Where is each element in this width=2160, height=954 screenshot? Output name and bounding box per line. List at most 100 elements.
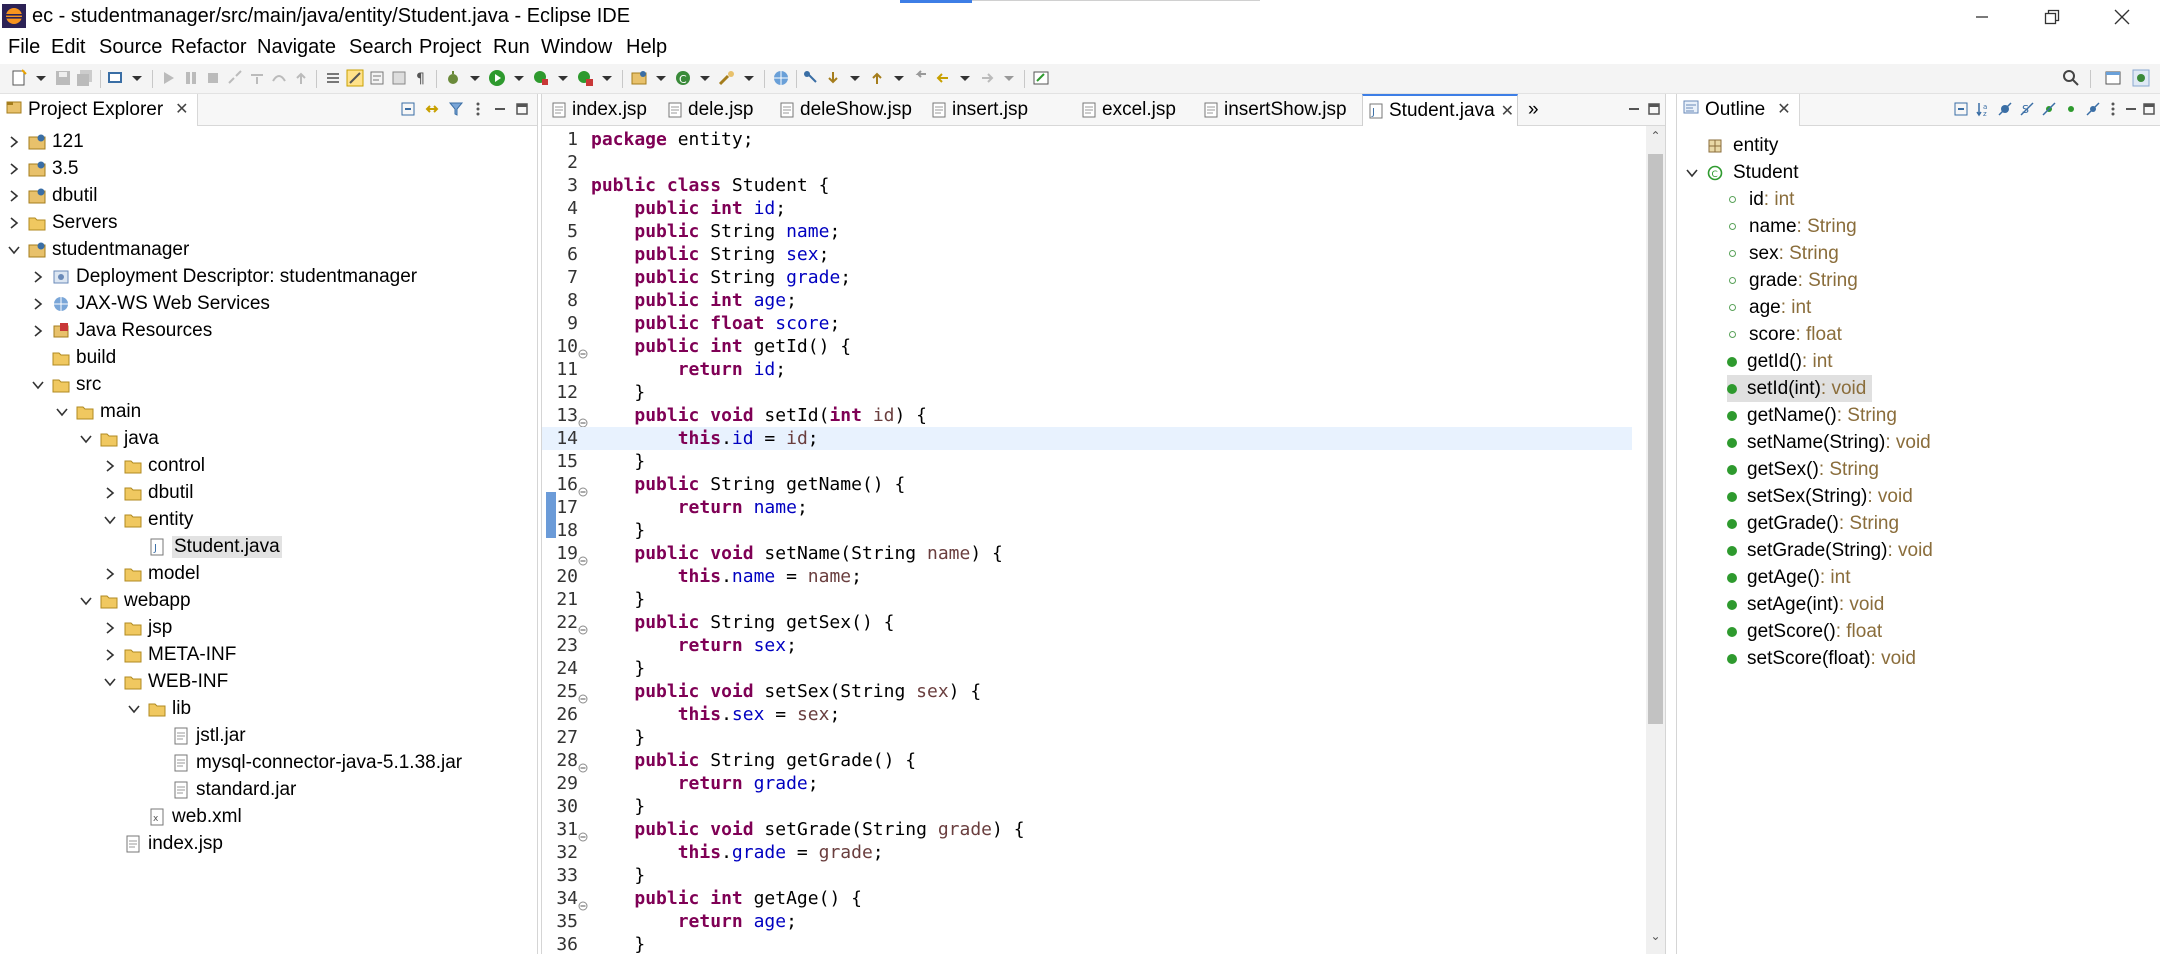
hide-fields-icon[interactable] — [1997, 101, 2013, 117]
tree-item[interactable]: jsp — [102, 614, 172, 641]
fold-toggle-icon[interactable] — [578, 618, 588, 635]
tree-item[interactable]: x web.xml — [126, 803, 242, 830]
show-whitespace-icon[interactable]: ¶ — [412, 69, 430, 87]
outline-method[interactable]: setId(int) : void — [1727, 375, 1873, 402]
search-globe-icon[interactable] — [772, 69, 790, 87]
chevron-down-icon[interactable] — [78, 593, 94, 609]
collapse-all-icon[interactable] — [1953, 101, 1969, 117]
maximize-view-icon[interactable] — [514, 101, 530, 117]
code-line[interactable]: 4 public int id; — [542, 197, 1632, 220]
chevron-right-icon[interactable] — [6, 188, 22, 204]
tree-item[interactable]: index.jsp — [102, 830, 223, 857]
menu-window[interactable]: Window — [541, 36, 612, 59]
coverage-icon[interactable] — [532, 69, 550, 87]
previous-annotation-icon[interactable] — [868, 69, 886, 87]
chevron-down-icon[interactable] — [30, 377, 46, 393]
minimize-view-icon[interactable] — [1626, 101, 1642, 117]
code-line[interactable]: 8 public int age; — [542, 289, 1632, 312]
disconnect-icon[interactable] — [226, 69, 244, 87]
dropdown-arrow-icon[interactable] — [846, 69, 864, 87]
last-edit-location-icon[interactable] — [912, 69, 930, 87]
menu-navigate[interactable]: Navigate — [257, 36, 336, 59]
code-line[interactable]: 13 public void setId(int id) { — [542, 404, 1632, 428]
chevron-down-icon[interactable] — [6, 242, 22, 258]
code-line[interactable]: 34 public int getAge() { — [542, 887, 1632, 911]
step-return-icon[interactable] — [292, 69, 310, 87]
outline-method[interactable]: getGrade() : String — [1727, 510, 1905, 537]
code-line[interactable]: 24 } — [542, 657, 1632, 680]
menu-source[interactable]: Source — [99, 36, 162, 59]
view-menu-icon[interactable] — [2105, 101, 2121, 117]
tree-item[interactable]: 121 — [6, 128, 84, 155]
menu-help[interactable]: Help — [626, 36, 667, 59]
chevron-down-icon[interactable] — [126, 701, 142, 717]
mark-occurrences-icon[interactable] — [346, 69, 364, 87]
code-line[interactable]: 36 } — [542, 933, 1632, 954]
tree-item[interactable]: Servers — [6, 209, 117, 236]
tree-item[interactable]: JAX-WS Web Services — [30, 290, 270, 317]
chevron-right-icon[interactable] — [102, 458, 118, 474]
menu-run[interactable]: Run — [493, 36, 530, 59]
tree-item[interactable]: main — [54, 398, 141, 425]
code-line[interactable]: 27 } — [542, 726, 1632, 749]
dropdown-arrow-icon[interactable] — [128, 69, 146, 87]
outline-field[interactable]: id : int — [1727, 186, 1800, 213]
tree-item[interactable]: control — [102, 452, 205, 479]
code-line[interactable]: 16 public String getName() { — [542, 473, 1632, 497]
view-menu-icon[interactable] — [470, 101, 486, 117]
tab-insert-jsp[interactable]: insert.jsp — [926, 94, 1028, 126]
code-line[interactable]: 11 return id; — [542, 358, 1632, 381]
fold-toggle-icon[interactable] — [578, 480, 588, 497]
chevron-right-icon[interactable] — [30, 296, 46, 312]
chevron-right-icon[interactable] — [30, 269, 46, 285]
tab-excel-jsp[interactable]: excel.jsp — [1076, 94, 1176, 126]
save-icon[interactable] — [54, 69, 72, 87]
code-line[interactable]: 6 public String sex; — [542, 243, 1632, 266]
chevron-right-icon[interactable] — [102, 485, 118, 501]
code-line[interactable]: 33 } — [542, 864, 1632, 887]
chevron-right-icon[interactable] — [102, 620, 118, 636]
dropdown-arrow-icon[interactable] — [956, 69, 974, 87]
tree-item[interactable]: META-INF — [102, 641, 236, 668]
code-line[interactable]: 18 } — [542, 519, 1632, 542]
outline-method[interactable]: setName(String) : void — [1727, 429, 1937, 456]
code-line[interactable]: 22 public String getSex() { — [542, 611, 1632, 635]
code-line[interactable]: 20 this.name = name; — [542, 565, 1632, 588]
outline-package[interactable]: entity — [1707, 132, 1778, 159]
chevron-down-icon[interactable] — [54, 404, 70, 420]
dropdown-arrow-icon[interactable] — [696, 69, 714, 87]
code-line[interactable]: 30 } — [542, 795, 1632, 818]
tree-item[interactable]: dbutil — [6, 182, 97, 209]
code-line[interactable]: 19 public void setName(String name) { — [542, 542, 1632, 566]
tree-item[interactable]: WEB-INF — [102, 668, 228, 695]
filter-icon[interactable] — [448, 101, 464, 117]
outline-method[interactable]: getScore() : float — [1727, 618, 1888, 645]
chevron-right-icon[interactable] — [6, 215, 22, 231]
pin-editor-icon[interactable] — [802, 69, 820, 87]
scroll-up-icon[interactable]: ⌃ — [1648, 128, 1663, 143]
tree-item[interactable]: jstl.jar — [150, 722, 246, 749]
outline-method[interactable]: getName() : String — [1727, 402, 1903, 429]
code-line[interactable]: 31 public void setGrade(String grade) { — [542, 818, 1632, 842]
forward-icon[interactable] — [978, 69, 996, 87]
dropdown-arrow-icon[interactable] — [510, 69, 528, 87]
chevron-right-icon[interactable] — [102, 566, 118, 582]
step-over-icon[interactable] — [270, 69, 288, 87]
dropdown-arrow-icon[interactable] — [652, 69, 670, 87]
tree-item[interactable]: Deployment Descriptor: studentmanager — [30, 263, 417, 290]
code-line[interactable]: 25 public void setSex(String sex) { — [542, 680, 1632, 704]
close-icon[interactable]: ✕ — [175, 99, 188, 119]
chevron-down-icon[interactable] — [102, 674, 118, 690]
tree-item[interactable]: Java Resources — [30, 317, 212, 344]
tree-item[interactable]: lib — [126, 695, 191, 722]
outline-field[interactable]: grade : String — [1727, 267, 1864, 294]
minimize-button[interactable] — [1952, 0, 2012, 34]
save-all-icon[interactable] — [76, 69, 94, 87]
code-line[interactable]: 32 this.grade = grade; — [542, 841, 1632, 864]
tree-item[interactable]: java — [78, 425, 159, 452]
code-line[interactable]: 5 public String name; — [542, 220, 1632, 243]
block-selection-icon[interactable] — [390, 69, 408, 87]
outline-method[interactable]: setSex(String) : void — [1727, 483, 1919, 510]
tab-project-explorer[interactable]: Project Explorer ✕ — [0, 94, 198, 126]
scroll-down-icon[interactable]: ⌄ — [1648, 928, 1663, 943]
